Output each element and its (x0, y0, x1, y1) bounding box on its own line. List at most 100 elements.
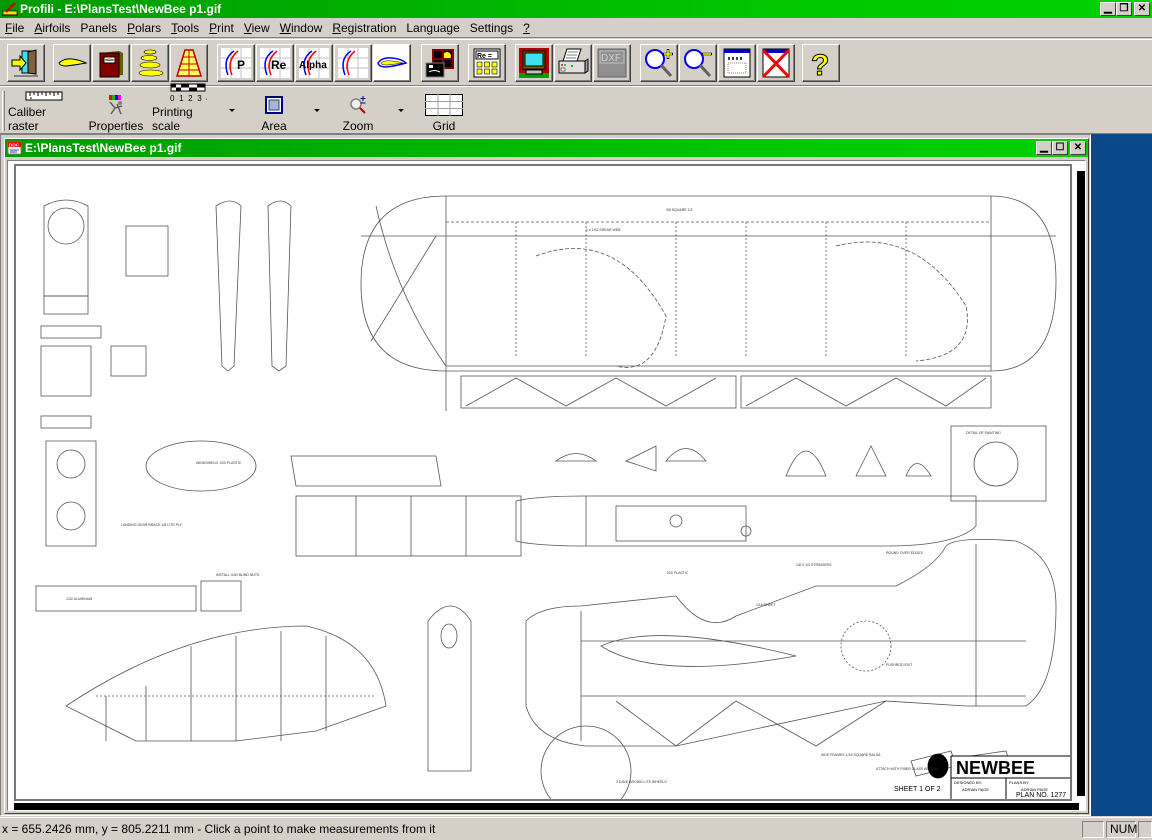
printing-scale-dropdown-arrow[interactable] (229, 109, 235, 112)
svg-text:DOC: DOC (9, 143, 20, 148)
zoom-out-icon (684, 49, 712, 78)
close-window-button[interactable] (757, 44, 795, 82)
grid-button[interactable]: Grid (418, 89, 470, 133)
status-panel-scroll (1138, 820, 1152, 838)
designed-by: ADRIAN PAGE (962, 787, 989, 792)
label-install-nuts: INSTALL 4/40 BLIND NUTS (216, 573, 260, 577)
grid-icon (425, 93, 463, 117)
document-title: E:\PlansTest\NewBee p1.gif (25, 141, 182, 155)
scale-bar-icon: 0 1 2 3 4 (169, 83, 207, 103)
menu-help[interactable]: ? (518, 18, 535, 38)
menu-settings[interactable]: Settings (465, 18, 518, 38)
airfoil-stack-icon (138, 49, 164, 77)
menu-print[interactable]: Print (204, 18, 239, 38)
toolbar-grip[interactable] (2, 91, 5, 131)
svg-text:Alpha: Alpha (299, 60, 327, 71)
designed-by-label: DESIGNED BY: (954, 780, 982, 785)
reynolds-calculator-button[interactable]: Re = (468, 44, 506, 82)
mdi-workspace: DOC E:\PlansTest\NewBee p1.gif ▁ ☐ ✕ NEW… (0, 134, 1091, 817)
exit-icon (11, 49, 38, 77)
menu-file[interactable]: File (0, 18, 29, 38)
label-stringers: 1/8 X 1/4 STRINGERS (796, 563, 832, 567)
menu-language[interactable]: Language (401, 18, 464, 38)
status-panel-caps (1082, 820, 1104, 838)
doc-close-button[interactable]: ✕ (1070, 141, 1086, 155)
menu-panels[interactable]: Panels (75, 18, 122, 38)
doc-minimize-button[interactable]: ▁ (1036, 141, 1052, 155)
image-edge-right (1077, 171, 1085, 796)
svg-text:P: P (237, 58, 245, 72)
svg-text:0 1 2 3 4: 0 1 2 3 4 (170, 94, 207, 103)
svg-text:Re: Re (271, 58, 287, 72)
polar-re-button[interactable]: Re (256, 44, 294, 82)
polar-curve-button[interactable] (334, 44, 372, 82)
plan-drawing: NEWBEE DESIGNED BY: ADRIAN PAGE PLANS BY… (35, 195, 1070, 817)
menu-view[interactable]: View (239, 18, 275, 38)
airfoil-database-button[interactable] (92, 44, 130, 82)
menu-airfoils[interactable]: Airfoils (29, 18, 75, 38)
restore-button[interactable]: ❐ (1116, 2, 1132, 16)
profili-app-icon (2, 2, 18, 16)
exit-button[interactable] (7, 44, 45, 82)
close-button[interactable]: ✕ (1134, 2, 1150, 16)
minimize-button[interactable]: ▁ (1100, 2, 1116, 16)
menu-window[interactable]: Window (275, 18, 328, 38)
polar-p-icon: P (221, 48, 251, 78)
properties-label: Properties (88, 119, 144, 133)
caliber-raster-button[interactable]: Caliber raster (8, 89, 80, 133)
menu-registration[interactable]: Registration (327, 18, 401, 38)
statusbar: x = 655.2426 mm, y = 805.2211 mm - Click… (0, 817, 1152, 840)
zoom-button[interactable]: Zoom (330, 89, 386, 133)
airfoil-icon (58, 58, 88, 67)
status-panel-num: NUM (1106, 820, 1137, 838)
calculator-night-button[interactable] (421, 44, 459, 82)
airfoil-outline-icon (377, 57, 408, 68)
close-window-icon (761, 48, 791, 79)
doc-maximize-button[interactable]: ☐ (1052, 141, 1068, 155)
sheet-number: SHEET 1 OF 2 (894, 786, 941, 793)
airfoil-button[interactable] (53, 44, 91, 82)
plan-image[interactable]: NEWBEE DESIGNED BY: ADRIAN PAGE PLANS BY… (14, 164, 1072, 817)
label-aluminum: 1/32 ALUMINUM (66, 597, 92, 601)
app-titlebar: Profili - E:\PlansTest\NewBee p1.gif ▁ ❐… (0, 0, 1152, 18)
zoom-in-button[interactable] (640, 44, 678, 82)
printer-button[interactable] (554, 44, 592, 82)
monitor-button[interactable] (515, 44, 553, 82)
window-button[interactable] (718, 44, 756, 82)
help-button[interactable]: ? (802, 44, 840, 82)
airfoil-stack-button[interactable] (131, 44, 169, 82)
small-parts (35, 580, 1012, 777)
label-round-over: ROUND OVER EDGES (886, 551, 924, 555)
printing-scale-button[interactable]: 0 1 2 3 4 Printing scale (152, 83, 224, 133)
menu-tools[interactable]: Tools (166, 18, 204, 38)
area-dropdown-arrow[interactable] (314, 109, 320, 112)
printing-scale-label: Printing scale (152, 105, 193, 133)
polar-re-icon: Re (260, 48, 290, 78)
airfoil-outline-button[interactable] (373, 44, 411, 82)
menu-polars[interactable]: Polars (122, 18, 166, 38)
window-icon (723, 48, 751, 78)
upper-wing-plan (360, 195, 1057, 411)
wing-panel-button[interactable] (170, 44, 208, 82)
fuselage-top-view (515, 495, 977, 547)
plan-viewer[interactable]: NEWBEE DESIGNED BY: ADRIAN PAGE PLANS BY… (7, 160, 1086, 817)
area-label: Area (261, 119, 287, 133)
dxf-export-button[interactable]: DXF (593, 44, 631, 82)
label-plastic: .020 PLASTIC (666, 571, 689, 575)
area-button[interactable]: Area (246, 89, 302, 133)
polar-alpha-button[interactable]: Alpha (295, 44, 333, 82)
label-sheet: 1/16 SHEET (756, 603, 776, 607)
zoom-dropdown-arrow[interactable] (398, 109, 404, 112)
document-titlebar[interactable]: DOC E:\PlansTest\NewBee p1.gif ▁ ☐ ✕ (5, 139, 1088, 157)
label-square: 3/8 SQUARE 3.5 (666, 208, 693, 212)
stabilizer (65, 625, 387, 742)
help-icon: ? (811, 49, 830, 80)
svg-text:?: ? (811, 49, 829, 79)
zoom-out-button[interactable] (679, 44, 717, 82)
polar-p-button[interactable]: P (217, 44, 255, 82)
label-windshield: WINDSHIELD .020 PLASTIC (196, 461, 242, 465)
label-pushrod: PUSHROD EXIT (886, 663, 913, 667)
zoom-plus-minus-icon (348, 93, 368, 117)
fuselage-formers (40, 199, 292, 547)
properties-button[interactable]: Properties (88, 89, 144, 133)
